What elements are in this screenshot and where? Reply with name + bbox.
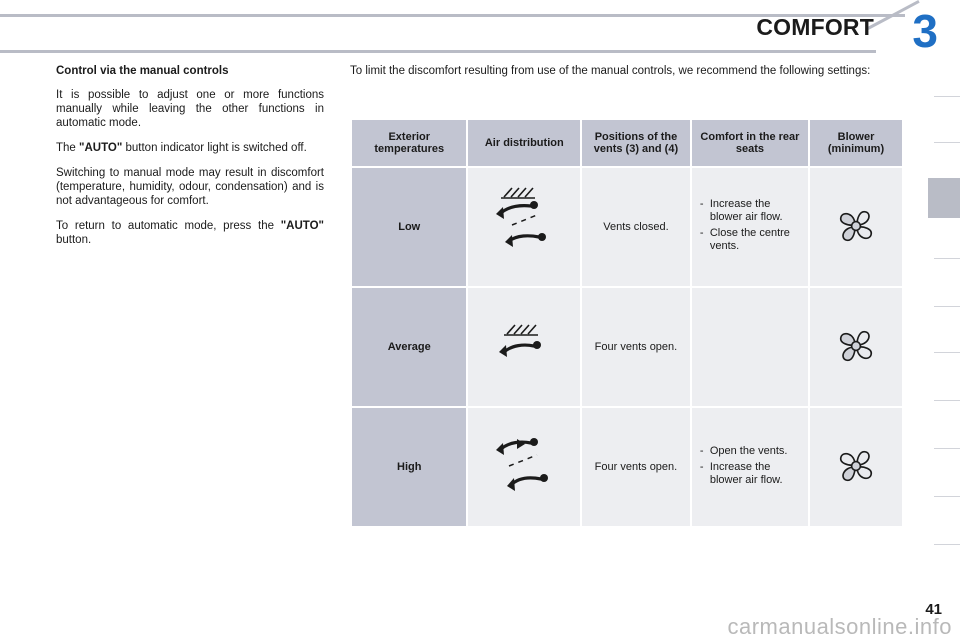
vents-cell-high: Four vents open.: [582, 408, 690, 526]
list-item: Open the vents.: [700, 445, 800, 458]
edge-tab-marker: [928, 178, 960, 218]
settings-table: Exterior temperatures Air distribution P…: [350, 118, 904, 528]
row-label-high: High: [352, 408, 467, 526]
list-item: Increase the blower air flow.: [700, 198, 800, 224]
col-header-rear-comfort: Comfort in the rear seats: [691, 120, 809, 166]
air-distribution-cell-high: [468, 408, 581, 526]
auto-label: "AUTO": [79, 142, 123, 154]
edge-tick: [934, 448, 960, 449]
table-row: Average Four vents open.: [352, 288, 902, 406]
paragraph-return-auto: To return to automatic mode, press the "…: [56, 219, 324, 247]
return-auto-label: "AUTO": [280, 220, 324, 232]
auto-text-after: button indicator light is switched off.: [122, 142, 307, 154]
blower-cell-low: [810, 168, 902, 286]
row-label-average: Average: [352, 288, 467, 406]
section-heading: Control via the manual controls: [56, 65, 229, 77]
fan-speed-3-icon: [818, 439, 894, 495]
fan-speed-2-icon: [818, 199, 894, 255]
intro-paragraph: To limit the discomfort resulting from u…: [350, 65, 871, 77]
left-text-column: Control via the manual controls It is po…: [56, 64, 324, 258]
row-label-low: Low: [352, 168, 467, 286]
chapter-number: 3: [912, 5, 938, 57]
edge-tick: [934, 96, 960, 97]
watermark: carmanualsonline.info: [727, 614, 952, 639]
fan-speed-2-icon: [818, 319, 894, 375]
header-rule-bottom: [0, 50, 876, 53]
paragraph-discomfort: Switching to manual mode may result in d…: [56, 167, 324, 207]
rear-comfort-cell-low: Increase the blower air flow. Close the …: [691, 168, 809, 286]
edge-tick: [934, 142, 960, 143]
air-distribution-cell-average: [468, 288, 581, 406]
table-row: Low Vents closed. - Increase the blower …: [352, 168, 902, 286]
edge-tick: [934, 400, 960, 401]
air-flow-windscreen-icon: [476, 312, 572, 382]
rear-comfort-cell-high: Open the vents. Increase the blower air …: [691, 408, 809, 526]
rear-comfort-list-low: Increase the blower air flow. Close the …: [700, 198, 800, 253]
paragraph-auto-indicator: The "AUTO" button indicator light is swi…: [56, 141, 324, 155]
vents-cell-average: Four vents open.: [582, 288, 690, 406]
blower-cell-high: [810, 408, 902, 526]
edge-tick: [934, 258, 960, 259]
vents-cell-low: Vents closed.: [582, 168, 690, 286]
table-row: High Four vents open. - Open the vents. …: [352, 408, 902, 526]
blower-cell-average: [810, 288, 902, 406]
edge-tick: [934, 544, 960, 545]
edge-tick: [934, 496, 960, 497]
col-header-vent-positions: Positions of the vents (3) and (4): [582, 120, 690, 166]
edge-tick: [934, 306, 960, 307]
list-item: Close the centre vents.: [700, 227, 800, 253]
table-header-row: Exterior temperatures Air distribution P…: [352, 120, 902, 166]
return-text-before: To return to automatic mode, press the: [56, 220, 281, 232]
col-header-blower: Blower (minimum): [810, 120, 902, 166]
list-item: Increase the blower air flow.: [700, 461, 800, 487]
air-flow-face-and-feet-icon: [476, 419, 572, 515]
auto-text-before: The: [56, 142, 80, 154]
return-text-after: button.: [56, 234, 92, 246]
rear-comfort-list-high: Open the vents. Increase the blower air …: [700, 445, 800, 487]
air-flow-windscreen-and-feet-icon: [476, 181, 572, 273]
page-header: COMFORT 3: [0, 0, 960, 62]
page-title: COMFORT: [756, 14, 874, 40]
edge-tick: [934, 352, 960, 353]
col-header-air-distribution: Air distribution: [468, 120, 581, 166]
rear-comfort-cell-average: [691, 288, 809, 406]
paragraph-manual-adjust: It is possible to adjust one or more fun…: [56, 89, 324, 129]
air-distribution-cell-low: [468, 168, 581, 286]
col-header-exterior-temperatures: Exterior temperatures: [352, 120, 467, 166]
